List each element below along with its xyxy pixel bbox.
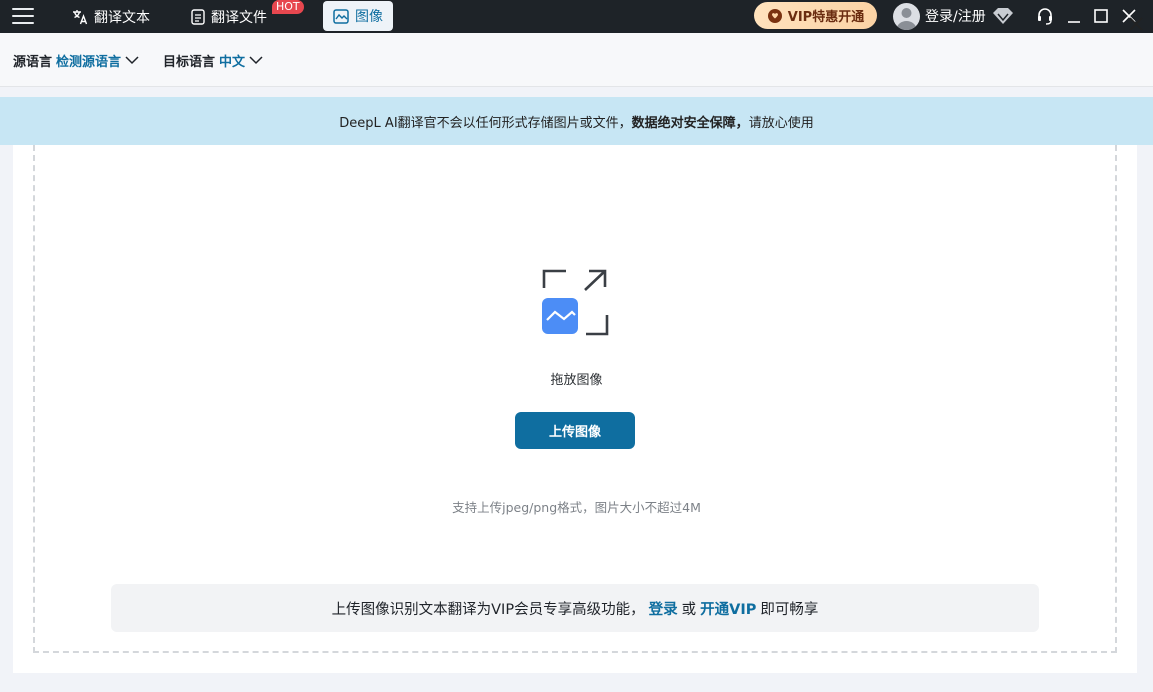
vip-button-label: VIP特惠开通 <box>787 10 865 25</box>
format-hint: 支持上传jpeg/png格式，图片大小不超过4M <box>452 500 701 515</box>
open-vip-link[interactable]: 开通VIP <box>700 598 756 619</box>
document-icon <box>191 8 205 25</box>
tab-label: 图像 <box>355 9 383 25</box>
upload-image-button[interactable]: 上传图像 <box>515 412 635 449</box>
close-icon[interactable] <box>1125 13 1147 35</box>
vip-note-text: 上传图像识别文本翻译为VIP会员专享高级功能， <box>331 601 645 618</box>
chevron-down-icon <box>125 56 139 65</box>
image-icon <box>333 8 349 24</box>
menu-icon[interactable] <box>12 8 34 24</box>
notice-bold-text: 数据绝对安全保障， <box>631 115 749 131</box>
headset-icon[interactable] <box>1035 6 1055 26</box>
minimize-icon[interactable] <box>1064 6 1084 26</box>
vip-feature-note: 上传图像识别文本翻译为VIP会员专享高级功能， 登录 或 开通VIP 即可畅享 <box>111 584 1039 632</box>
maximize-icon[interactable] <box>1091 6 1111 26</box>
notice-text: DeepL AI翻译官不会以任何形式存储图片或文件， <box>339 115 632 131</box>
tab-label: 翻译文件 <box>211 9 267 26</box>
translate-icon <box>73 9 88 24</box>
vip-button[interactable]: VIP特惠开通 <box>754 2 877 29</box>
source-language-value: 检测源语言 <box>56 54 122 70</box>
source-language-select[interactable]: 源语言 检测源语言 <box>13 33 139 87</box>
title-bar: 翻译文本 翻译文件 HOT 图像 VIP特惠开通 登录/注册 <box>0 0 1153 33</box>
tab-label: 翻译文本 <box>94 9 150 26</box>
source-language-label: 源语言 <box>13 54 53 70</box>
avatar <box>893 2 920 30</box>
user-login[interactable]: 登录/注册 <box>893 1 1015 31</box>
diamond-icon <box>992 8 1013 24</box>
drop-image-icon <box>542 269 609 336</box>
privacy-notice: DeepL AI翻译官不会以任何形式存储图片或文件， 数据绝对安全保障， 请放心使用 <box>0 97 1153 145</box>
target-language-label: 目标语言 <box>163 54 216 70</box>
chevron-down-icon <box>249 56 263 65</box>
image-dropzone[interactable] <box>33 145 1117 653</box>
vip-note-suffix: 即可畅享 <box>760 601 819 618</box>
vip-note-or: 或 <box>681 601 697 618</box>
login-register-label: 登录/注册 <box>925 9 986 25</box>
language-bar: 源语言 检测源语言 目标语言 中文 <box>0 33 1153 87</box>
tab-translate-file[interactable]: 翻译文件 <box>191 0 267 33</box>
diamond-heart-icon <box>767 8 782 23</box>
hot-badge: HOT <box>272 0 304 14</box>
notice-text-end: 请放心使用 <box>748 115 814 131</box>
drop-image-text: 拖放图像 <box>550 373 603 388</box>
login-link[interactable]: 登录 <box>649 598 678 619</box>
tab-image[interactable]: 图像 <box>323 1 393 31</box>
target-language-select[interactable]: 目标语言 中文 <box>163 33 263 87</box>
target-language-value: 中文 <box>219 54 246 70</box>
tab-translate-text[interactable]: 翻译文本 <box>72 0 150 33</box>
